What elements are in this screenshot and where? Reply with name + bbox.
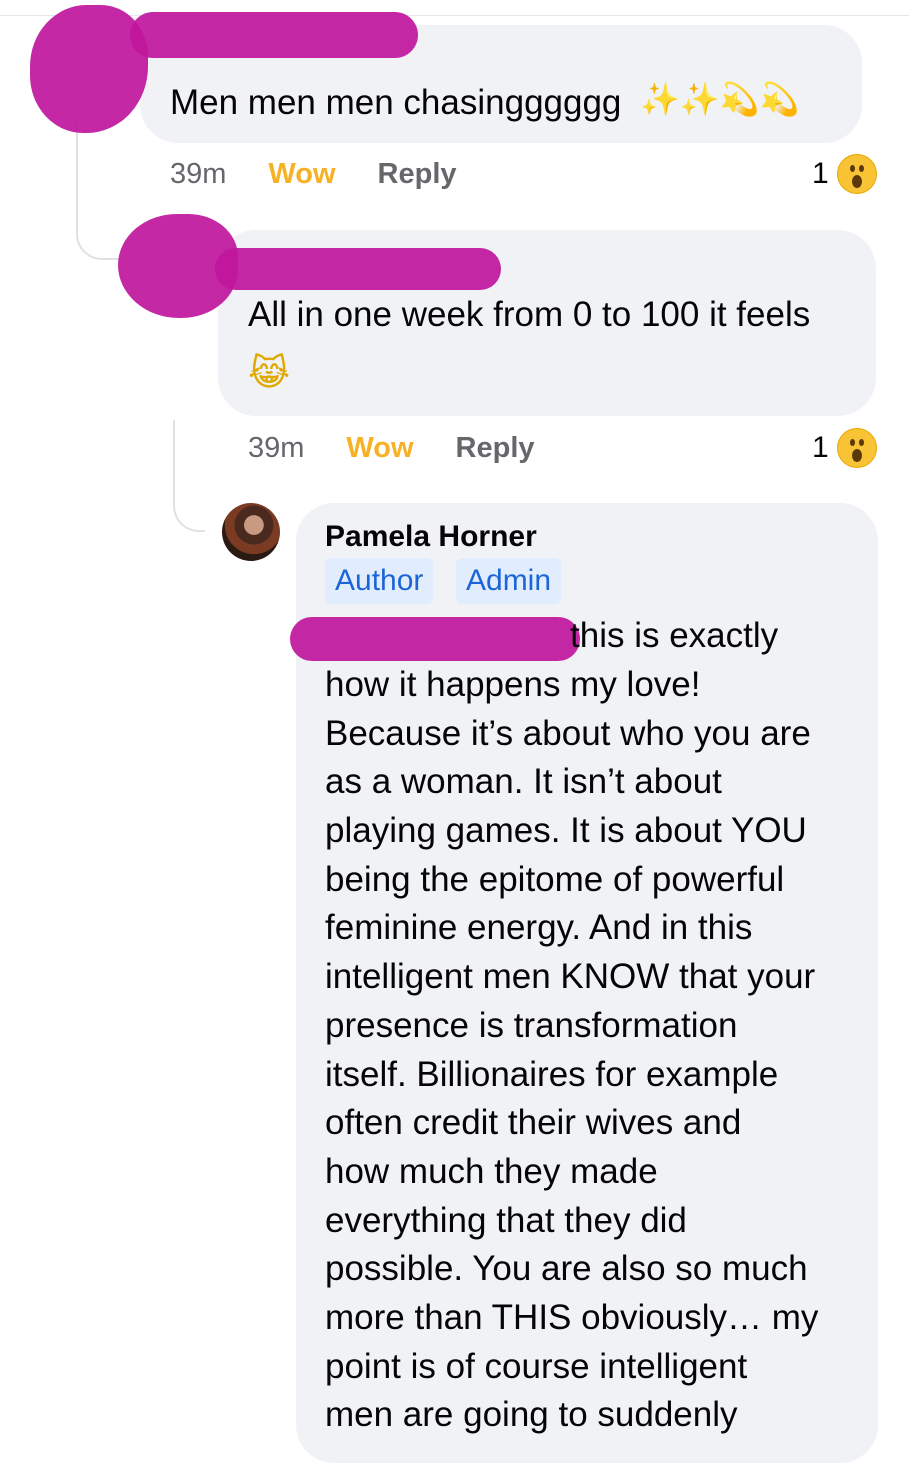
wow-button[interactable]: Wow <box>346 431 413 465</box>
reaction-count: 1 <box>812 431 829 464</box>
wow-reaction-icon <box>836 154 877 194</box>
redacted-name <box>215 248 501 290</box>
redacted-mention <box>290 617 580 661</box>
reply-text-line: Because it’s about who you are <box>325 714 811 753</box>
reaction-summary[interactable]: 1 <box>812 428 877 468</box>
reply-text-line: intelligent men KNOW that your <box>325 957 816 996</box>
author-name[interactable]: Pamela Horner <box>325 520 537 554</box>
comment-text: Men men men chasingggggg <box>170 83 622 122</box>
comment-meta: 39m Wow Reply <box>248 431 535 465</box>
author-badge: Author <box>325 558 434 604</box>
reply-text-line: this is exactly <box>570 616 779 655</box>
cat-laughing-emoji: 😹 <box>248 353 291 394</box>
admin-badge: Admin <box>456 558 562 604</box>
redacted-avatar <box>30 5 148 133</box>
reply-text-line: how it happens my love! <box>325 665 701 704</box>
reply-text-line: playing games. It is about YOU <box>325 811 807 850</box>
reply-text-line: as a woman. It isn’t about <box>325 762 722 801</box>
comment-text: All in one week from 0 to 100 it feels <box>248 295 811 334</box>
reply-text-line: point is of course intelligent <box>325 1347 748 1386</box>
reply-text-line: itself. Billionaires for example <box>325 1055 779 1094</box>
comment-time: 39m <box>248 432 305 464</box>
reply-button[interactable]: Reply <box>456 431 535 465</box>
reply-text-line: feminine energy. And in this <box>325 908 753 947</box>
thread-connector <box>173 420 205 532</box>
wow-button[interactable]: Wow <box>268 157 335 191</box>
comment-meta: 39m Wow Reply <box>170 157 457 191</box>
avatar[interactable] <box>222 503 280 561</box>
reply-text-line: presence is transformation <box>325 1006 738 1045</box>
reply-text-line: men are going to suddenly <box>325 1395 738 1434</box>
reply-text-line: being the epitome of powerful <box>325 860 785 899</box>
reply-text-line: often credit their wives and <box>325 1103 742 1142</box>
sparkles-emoji: ✨✨💫💫 <box>640 80 800 118</box>
reaction-summary[interactable]: 1 <box>812 154 877 194</box>
reply-button[interactable]: Reply <box>378 157 457 191</box>
thread-connector <box>76 120 128 260</box>
reply-text-line: how much they made <box>325 1152 658 1191</box>
redacted-name <box>130 12 418 58</box>
comment-time: 39m <box>170 158 227 190</box>
reply-text-line: more than THIS obviously… my <box>325 1298 819 1337</box>
top-divider <box>0 15 909 16</box>
wow-reaction-icon <box>836 428 877 468</box>
reaction-count: 1 <box>812 157 829 190</box>
reply-text-line: everything that they did <box>325 1201 687 1240</box>
reply-text-line: possible. You are also so much <box>325 1249 808 1288</box>
